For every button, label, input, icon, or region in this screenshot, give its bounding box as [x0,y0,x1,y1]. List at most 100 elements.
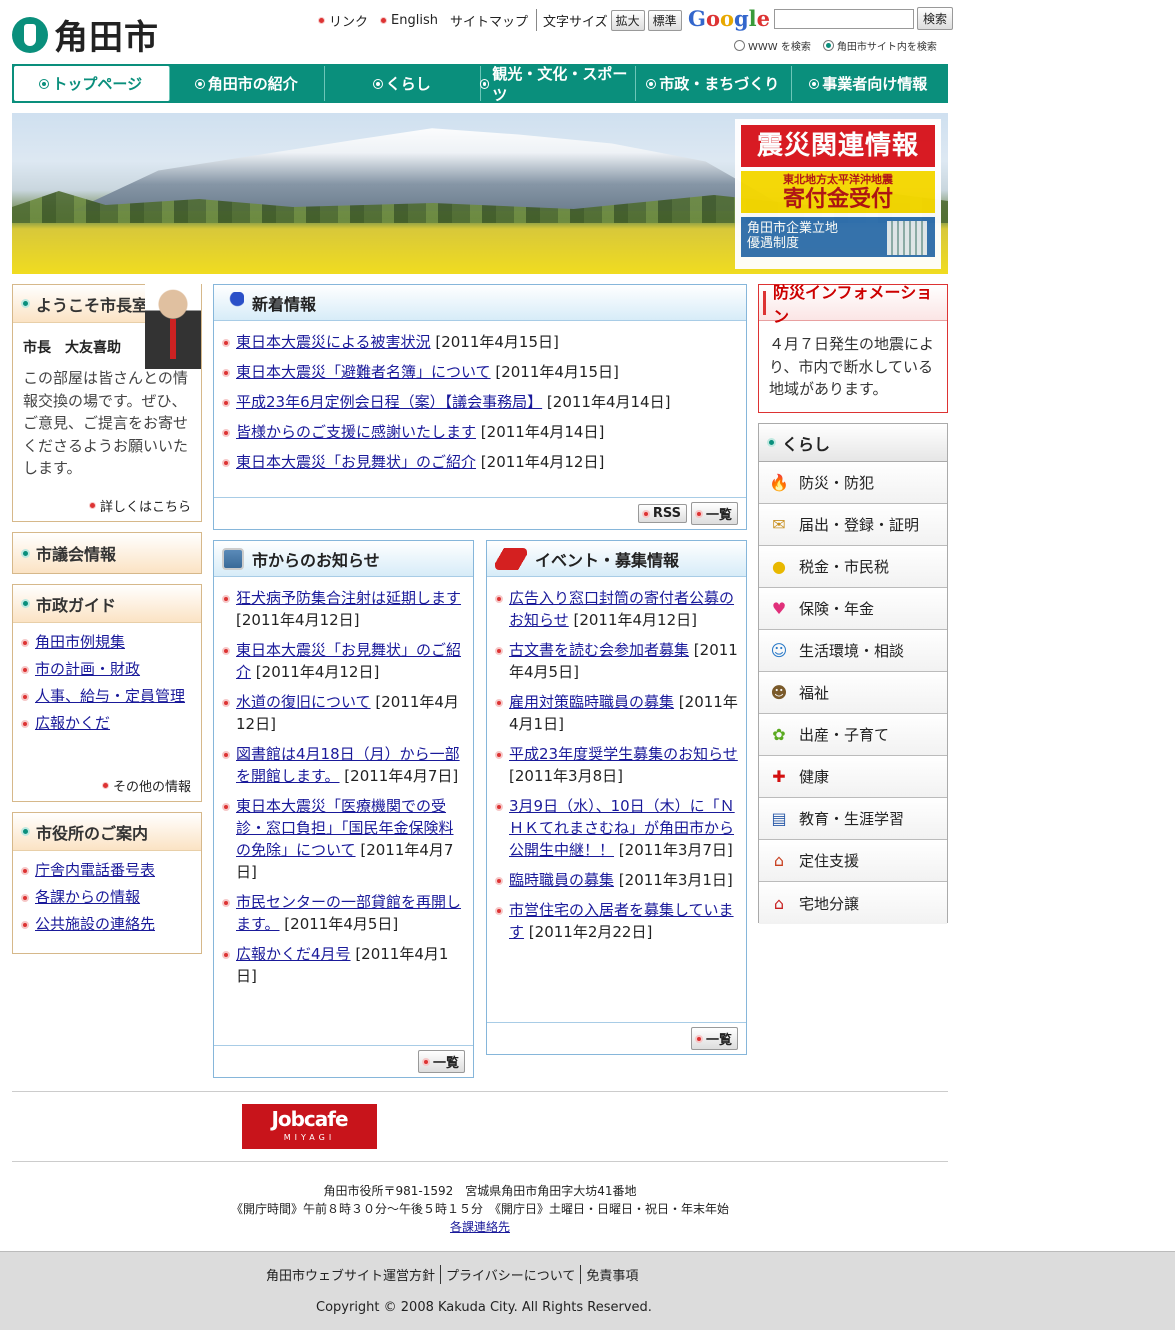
office-link[interactable]: 庁舎内電話番号表 [35,859,155,881]
living-menu-item[interactable]: ✉ 届出・登録・証明 [759,504,947,546]
bullet-icon [495,751,503,759]
radio-site[interactable]: 角田市サイト内を検索 [822,38,937,53]
hours-text: 《開庁時間》午前８時３０分～午後５時１５分 《開庁日》土曜日・日曜日・祝日・年末… [230,1202,729,1216]
quake-info-banner[interactable]: 震災関連情報 [741,125,935,167]
sitemap-link[interactable]: サイトマップ [450,11,528,30]
item-link[interactable]: 古文書を読む会参加者募集 [509,641,689,659]
living-menu-item[interactable]: ✚ 健康 [759,756,947,798]
living-menu-item[interactable]: ♥ 保険・年金 [759,588,947,630]
radio-www[interactable]: WWW を検索 [734,38,811,53]
contact-link[interactable]: 各課連絡先 [450,1220,510,1234]
event-heading: イベント・募集情報 [487,541,746,577]
living-menu-item[interactable]: ☻ 福祉 [759,672,947,714]
item-date: [2011年4月12日] [255,663,380,681]
living-menu-label: 出産・子育て [799,726,890,744]
living-menu-item[interactable]: 🔥 防災・防犯 [759,462,947,504]
privacy-link[interactable]: プライバシーについて [440,1265,580,1284]
living-menu-item[interactable]: ⌂ 定住支援 [759,840,947,882]
list-item: 角田市例規集 [21,631,195,653]
item-date: [2011年3月1日] [618,871,733,889]
guide-link[interactable]: 角田市例規集 [35,631,125,653]
search-button[interactable]: 検索 [917,7,954,30]
item-link[interactable]: 東日本大震災「避難者名簿」について [236,363,491,381]
bullet-icon [21,599,30,608]
council-heading[interactable]: 市議会情報 [13,533,201,573]
search-input[interactable] [774,8,915,29]
nav-top[interactable]: トップページ [14,66,170,101]
item-link[interactable]: 皆様からのご支援に感謝いたします [236,423,476,441]
guide-link[interactable]: 広報かくだ [35,712,110,734]
living-menu-item[interactable]: ● 税金・市民税 [759,546,947,588]
item-link[interactable]: 広報かくだ4月号 [236,945,351,963]
living-menu-label: 防災・防犯 [799,474,875,492]
mayor-more-link[interactable]: 詳しくはこちら [88,496,191,515]
bullet-icon [495,595,503,603]
bullet-icon [222,339,230,347]
nav-government[interactable]: 市政・まちづくり [636,66,792,101]
link-page-link[interactable]: リンク [318,11,368,30]
item-link[interactable]: 平成23年度奨学生募集のお知らせ [509,745,738,763]
bullet-icon [21,548,30,558]
item-link[interactable]: 東日本大震災「お見舞状」のご紹介 [236,453,476,471]
city-list-button[interactable]: 一覧 [417,1050,465,1073]
item-link[interactable]: 平成23年6月定例会日程（案）【議会事務局】 [236,393,542,411]
bullet-icon [21,827,30,836]
nav-about[interactable]: 角田市の紹介 [170,66,325,101]
item-link[interactable]: 水道の復旧について [236,693,371,711]
living-menu: くらし 🔥 防災・防犯 ✉ 届出・登録・証明 ● 税金・市民税 ♥ 保険・年金 ☺ 生活環境・相談… [758,423,948,924]
people-icon: ☺ [770,641,788,660]
item-link[interactable]: 狂犬病予防集合注射は延期します [236,589,461,607]
living-menu-label: 税金・市民税 [799,558,890,576]
guide-more-link[interactable]: その他の情報 [101,776,191,795]
bullet-icon [21,693,29,701]
list-item: 庁舎内電話番号表 [21,859,195,881]
english-link[interactable]: English [380,13,438,28]
nav-living[interactable]: くらし [325,66,481,101]
policy-link[interactable]: 角田市ウェブサイト運営方針 [266,1265,440,1284]
nav-business[interactable]: 事業者向け情報 [792,66,947,101]
news-list-button[interactable]: 一覧 [690,502,738,525]
guide-box: 市政ガイド 角田市例規集 市の計画・財政 人事、給与・定員管理 広報かくだ その… [12,584,202,802]
google-search: Google 検索 [688,6,954,31]
mountain-graphic [72,128,792,211]
guide-link[interactable]: 市の計画・財政 [35,658,140,680]
bullet-icon [222,399,230,407]
list-item: 図書館は4月18日（月）から一部を開館します。 [2011年4月7日] [222,743,465,787]
living-menu-item[interactable]: ☺ 生活環境・相談 [759,630,947,672]
office-link[interactable]: 公共施設の連絡先 [35,913,155,935]
living-menu-item[interactable]: ✿ 出産・子育て [759,714,947,756]
bullet-icon [222,647,230,655]
disaster-heading[interactable]: 防災インフォメーション [759,283,947,326]
font-standard-button[interactable]: 標準 [647,9,682,31]
office-link[interactable]: 各課からの情報 [35,886,140,908]
living-menu-item[interactable]: ⌂ 宅地分譲 [759,882,947,924]
guide-heading: 市政ガイド [13,585,201,623]
pen-icon [222,291,244,314]
font-enlarge-button[interactable]: 拡大 [610,9,645,31]
bullet-icon [767,438,776,447]
list-item: 人事、給与・定員管理 [21,685,195,707]
item-date: [2011年2月22日] [528,923,653,941]
list-item: 公共施設の連絡先 [21,913,195,935]
item-link[interactable]: 臨時職員の募集 [509,871,614,889]
building-icon [887,221,927,255]
event-list-button[interactable]: 一覧 [690,1027,738,1050]
list-item: 臨時職員の募集 [2011年3月1日] [495,869,738,891]
nav-tourism[interactable]: 観光・文化・スポーツ [480,65,636,104]
enterprise-banner[interactable]: 角田市企業立地 優遇制度 [741,217,935,257]
donation-banner[interactable]: 東北地方太平洋沖地震 寄付金受付 [741,171,935,213]
living-menu-item[interactable]: ▤ 教育・生涯学習 [759,798,947,840]
rss-button[interactable]: RSS [637,504,687,523]
site-logo[interactable]: 角田市 [12,10,159,59]
item-date: [2011年4月5日] [284,915,399,933]
jobcafe-banner[interactable]: Jobcafe MIYAGI [242,1104,377,1149]
bullet-icon [21,299,30,308]
council-box[interactable]: 市議会情報 [12,532,202,574]
disclaimer-link[interactable]: 免責事項 [580,1265,643,1284]
bottom-bar: 角田市ウェブサイト運営方針 プライバシーについて 免責事項 Copyright … [0,1251,1175,1330]
item-date: [2011年4月14日] [546,393,671,411]
item-link[interactable]: 東日本大震災による被害状況 [236,333,431,351]
guide-link[interactable]: 人事、給与・定員管理 [35,685,185,707]
bullet-icon [495,803,503,811]
item-link[interactable]: 雇用対策臨時職員の募集 [509,693,674,711]
